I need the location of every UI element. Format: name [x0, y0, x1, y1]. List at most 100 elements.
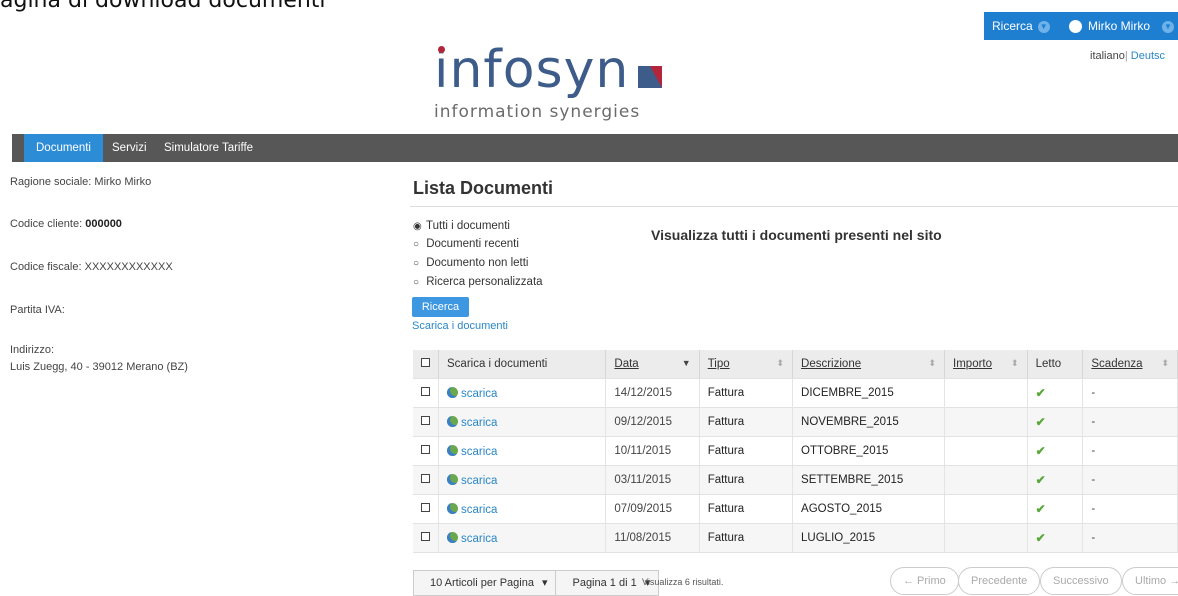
download-link[interactable]: scarica — [461, 417, 497, 429]
col-tipo[interactable]: Tipo ⬍ — [699, 350, 794, 379]
select-all-checkbox[interactable] — [413, 350, 439, 379]
sort-icon: ⬍ — [1011, 358, 1019, 368]
search-menu-label: Ricerca — [992, 19, 1033, 33]
col-descrizione-label[interactable]: Descrizione — [801, 358, 861, 370]
col-importo[interactable]: Importo ⬍ — [944, 350, 1028, 379]
codice-fiscale: Codice fiscale: XXXXXXXXXXXX — [10, 261, 173, 273]
check-icon: ✔ — [1035, 531, 1046, 545]
codice-cliente-value: 000000 — [85, 218, 122, 230]
table-row: scarica 03/11/2015 Fattura SETTEMBRE_2015 ✔ - — [413, 465, 1178, 495]
divider — [410, 206, 1178, 207]
download-icon — [447, 386, 458, 398]
ragione-sociale: Ragione sociale: Mirko Mirko — [10, 176, 151, 188]
last-page-button[interactable]: Ultimo → — [1122, 567, 1178, 595]
filter-personalizzata[interactable]: ○ Ricerca personalizzata — [413, 276, 543, 288]
search-menu[interactable]: Ricerca ▼ — [992, 12, 1050, 40]
tab-servizi[interactable]: Servizi — [100, 134, 159, 162]
read-cell: ✔ — [1027, 407, 1084, 437]
col-importo-label[interactable]: Importo — [953, 358, 992, 370]
lang-german[interactable]: Deutsc — [1131, 50, 1165, 62]
download-cell: scarica — [438, 465, 607, 495]
row-checkbox[interactable] — [413, 523, 439, 553]
amount-cell — [944, 407, 1028, 437]
check-icon: ✔ — [1035, 444, 1046, 458]
read-cell: ✔ — [1027, 465, 1084, 495]
filter-non-letti[interactable]: ○ Documento non letti — [413, 257, 529, 269]
next-page-button[interactable]: Successivo — [1040, 567, 1122, 595]
col-scadenza-label[interactable]: Scadenza — [1091, 358, 1142, 370]
filter-recenti[interactable]: ○ Documenti recenti — [413, 238, 519, 250]
date-cell: 11/08/2015 — [605, 523, 700, 553]
col-scadenza[interactable]: Scadenza ⬍ — [1082, 350, 1178, 379]
download-link[interactable]: scarica — [461, 533, 497, 545]
user-menu[interactable]: Mirko Mirko ▼ — [1069, 12, 1174, 40]
previous-page-button[interactable]: Precedente — [958, 567, 1041, 595]
table-row: scarica 10/11/2015 Fattura OTTOBRE_2015 ✔ - — [413, 436, 1178, 466]
col-data[interactable]: Data ▼ — [605, 350, 700, 379]
ragione-value: Mirko Mirko — [94, 176, 152, 188]
download-link[interactable]: scarica — [461, 475, 497, 487]
sort-icon: ⬍ — [928, 358, 937, 368]
table-row: scarica 14/12/2015 Fattura DICEMBRE_2015 ✔ - — [413, 378, 1178, 408]
row-checkbox[interactable] — [413, 436, 439, 466]
col-tipo-label[interactable]: Tipo — [708, 358, 730, 370]
row-checkbox[interactable] — [413, 494, 439, 524]
row-checkbox[interactable] — [413, 407, 439, 437]
first-page-button[interactable]: ← Primo — [890, 567, 959, 595]
check-icon: ✔ — [1035, 415, 1046, 429]
indirizzo-label: Indirizzo: — [10, 344, 55, 356]
amount-cell — [944, 465, 1028, 495]
per-page-select[interactable]: 10 Articoli per Pagina ▾ — [414, 571, 555, 595]
row-checkbox[interactable] — [413, 465, 439, 495]
download-documents-link[interactable]: Scarica i documenti — [412, 320, 508, 332]
logo-dot — [438, 46, 445, 53]
type-cell: Fattura — [699, 494, 794, 524]
radio-icon: ○ — [413, 239, 420, 250]
infosyn-logo: infosyn information synergies — [424, 40, 704, 130]
check-icon: ✔ — [1035, 473, 1046, 487]
row-checkbox[interactable] — [413, 378, 439, 408]
codice-fiscale-value: XXXXXXXXXXXX — [84, 261, 173, 273]
download-icon — [447, 415, 458, 427]
description-cell: LUGLIO_2015 — [792, 523, 946, 553]
filter-label: Documenti recenti — [426, 238, 519, 250]
download-link[interactable]: scarica — [461, 388, 497, 400]
sort-icon: ⬍ — [776, 358, 785, 368]
description-cell: OTTOBRE_2015 — [792, 436, 946, 466]
date-cell: 14/12/2015 — [605, 378, 700, 408]
codice-fiscale-label: Codice fiscale: — [10, 261, 82, 273]
col-data-label[interactable]: Data — [614, 358, 638, 370]
due-cell: - — [1082, 407, 1178, 437]
due-cell: - — [1082, 378, 1178, 408]
download-link[interactable]: scarica — [461, 446, 497, 458]
user-name: Mirko Mirko — [1088, 19, 1150, 33]
main-nav: Documenti Servizi Simulatore Tariffe — [12, 134, 1178, 162]
amount-cell — [944, 436, 1028, 466]
col-descrizione[interactable]: Descrizione ⬍ — [792, 350, 946, 379]
table-row: scarica 11/08/2015 Fattura LUGLIO_2015 ✔ - — [413, 523, 1178, 553]
filter-label: Ricerca personalizzata — [426, 276, 543, 288]
search-button[interactable]: Ricerca — [412, 297, 469, 317]
type-cell: Fattura — [699, 407, 794, 437]
type-cell: Fattura — [699, 465, 794, 495]
radio-icon: ○ — [413, 277, 420, 288]
tab-documenti[interactable]: Documenti — [24, 134, 103, 162]
date-cell: 09/12/2015 — [605, 407, 700, 437]
table-row: scarica 09/12/2015 Fattura NOVEMBRE_2015 ✔ - — [413, 407, 1178, 437]
download-link[interactable]: scarica — [461, 504, 497, 516]
radio-icon: ○ — [413, 258, 420, 269]
col-letto: Letto — [1027, 350, 1084, 379]
lang-italian[interactable]: italiano — [1090, 50, 1125, 62]
partita-iva-label: Partita IVA: — [10, 304, 65, 316]
read-cell: ✔ — [1027, 494, 1084, 524]
logo-wordmark: infosyn — [434, 40, 630, 100]
description-cell: SETTEMBRE_2015 — [792, 465, 946, 495]
due-cell: - — [1082, 436, 1178, 466]
filter-tutti[interactable]: ◉ Tutti i documenti — [413, 220, 510, 232]
amount-cell — [944, 378, 1028, 408]
tab-simulatore-tariffe[interactable]: Simulatore Tariffe — [152, 134, 265, 162]
download-cell: scarica — [438, 436, 607, 466]
download-cell: scarica — [438, 523, 607, 553]
download-icon — [447, 531, 458, 543]
due-cell: - — [1082, 523, 1178, 553]
